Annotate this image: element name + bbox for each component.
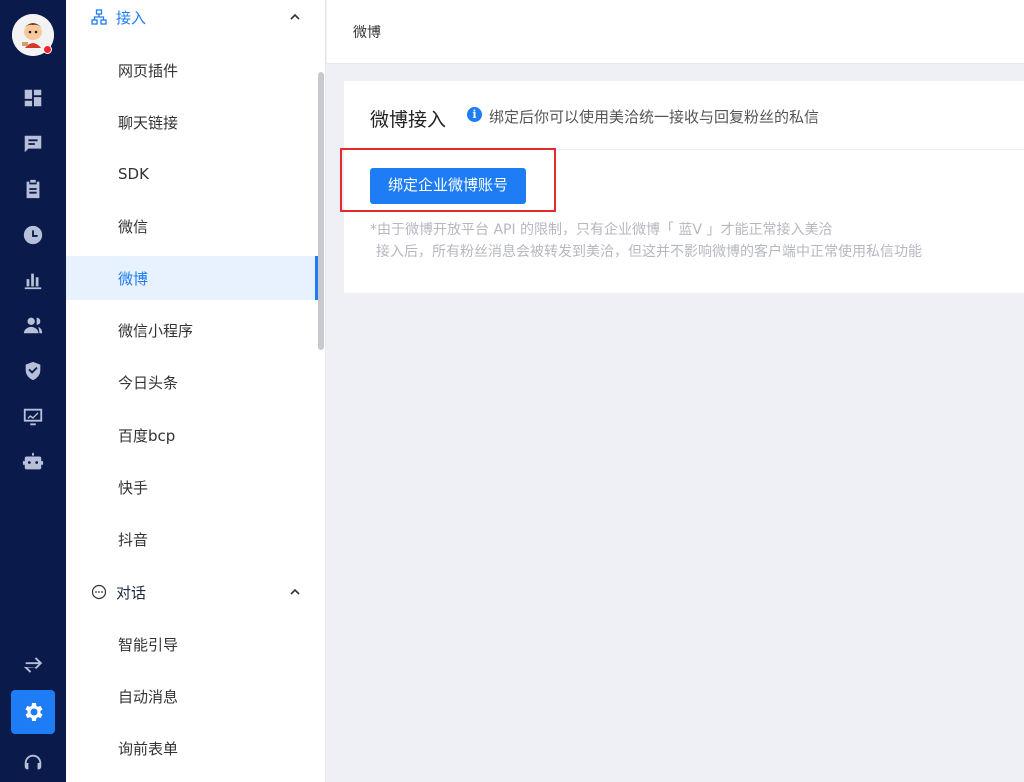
shield-icon[interactable] — [20, 358, 46, 384]
network-icon — [90, 8, 108, 26]
monitor-icon[interactable] — [20, 404, 46, 430]
settings-icon — [25, 703, 43, 721]
swap-icon[interactable] — [20, 652, 46, 678]
chevron-up-icon — [290, 588, 300, 595]
notification-dot — [43, 45, 52, 54]
sidebar-item-wechat-miniprogram[interactable]: 微信小程序 — [66, 308, 318, 352]
sidebar-item-baidu-bcp[interactable]: 百度bcp — [66, 413, 318, 457]
users-icon[interactable] — [20, 312, 46, 338]
bar-chart-icon[interactable] — [20, 267, 46, 293]
card-title: 微博接入 — [370, 109, 447, 131]
sidebar-item-pre-chat-form[interactable]: 询前表单 — [66, 726, 318, 770]
sidebar-item-kuaishou[interactable]: 快手 — [66, 465, 318, 509]
sidebar-scrollbar[interactable] — [318, 72, 324, 350]
sidebar-item-toutiao[interactable]: 今日头条 — [66, 360, 318, 404]
sidebar-item-auto-message[interactable]: 自动消息 — [66, 674, 318, 718]
chat-bubble-icon — [90, 583, 108, 601]
group-access-label: 接入 — [116, 8, 147, 27]
breadcrumb: 微博 — [353, 25, 381, 41]
sidebar-item-web-plugin[interactable]: 网页插件 — [66, 48, 318, 92]
support-icon[interactable] — [20, 750, 46, 776]
card-hint: 绑定后你可以使用美洽统一接收与回复粉丝的私信 — [489, 108, 820, 126]
group-chat-header[interactable]: 对话 — [66, 572, 325, 612]
settings-button[interactable] — [11, 690, 55, 734]
avatar[interactable] — [12, 14, 54, 56]
info-icon: i — [467, 107, 482, 122]
group-access-header[interactable]: 接入 — [66, 0, 325, 37]
note-line-2: 接入后，所有粉丝消息会被转发到美洽，但这并不影响微博的客户端中正常使用私信功能 — [376, 244, 922, 260]
sidebar-item-sdk[interactable]: SDK — [66, 152, 318, 196]
group-chat-label: 对话 — [116, 583, 147, 602]
chat-icon[interactable] — [20, 131, 46, 157]
sidebar-item-weibo[interactable]: 微博 — [66, 256, 318, 300]
sidebar-item-chat-link[interactable]: 聊天链接 — [66, 100, 318, 144]
top-bar: 微博 — [327, 0, 1024, 64]
settings-sidebar: 接入 网页插件 聊天链接 SDK 微信 微博 微信小程序 今日头条 百度bcp … — [66, 0, 326, 782]
dashboard-icon[interactable] — [20, 85, 46, 111]
clipboard-icon[interactable] — [20, 176, 46, 202]
note-line-1: *由于微博开放平台 API 的限制，只有企业微博「 蓝V 」才能正常接入美洽 — [370, 222, 833, 238]
sidebar-item-douyin[interactable]: 抖音 — [66, 517, 318, 561]
left-rail — [0, 0, 66, 782]
highlight-box — [340, 148, 556, 212]
clock-icon[interactable] — [20, 222, 46, 248]
sidebar-item-smart-guide[interactable]: 智能引导 — [66, 622, 318, 666]
robot-icon[interactable] — [20, 449, 46, 475]
sidebar-item-wechat[interactable]: 微信 — [66, 204, 318, 248]
chevron-up-icon — [290, 13, 300, 20]
